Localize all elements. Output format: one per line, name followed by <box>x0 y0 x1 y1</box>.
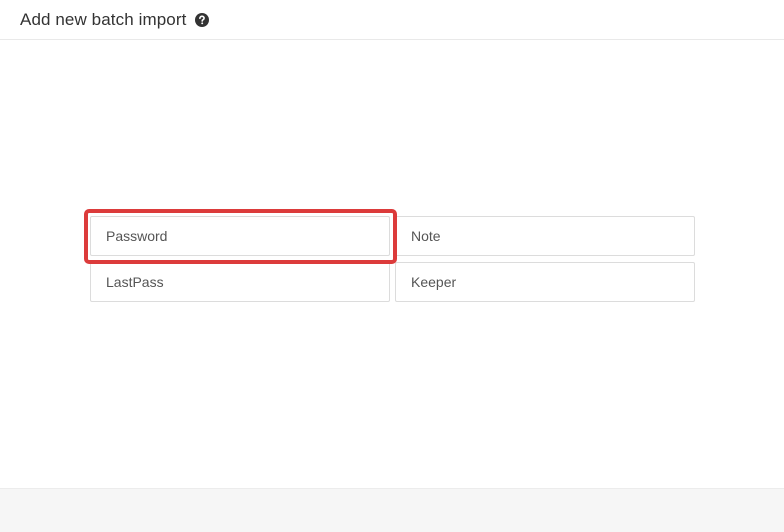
dialog-footer <box>0 488 784 532</box>
dialog-header: Add new batch import <box>0 0 784 40</box>
note-option[interactable]: Note <box>395 216 695 256</box>
keeper-option[interactable]: Keeper <box>395 262 695 302</box>
lastpass-option[interactable]: LastPass <box>90 262 390 302</box>
dialog-title: Add new batch import <box>20 9 187 29</box>
question-circle-icon[interactable] <box>195 12 210 27</box>
batch-import-dialog: Add new batch import Password Note LastP… <box>0 0 784 532</box>
password-option[interactable]: Password <box>90 216 390 256</box>
